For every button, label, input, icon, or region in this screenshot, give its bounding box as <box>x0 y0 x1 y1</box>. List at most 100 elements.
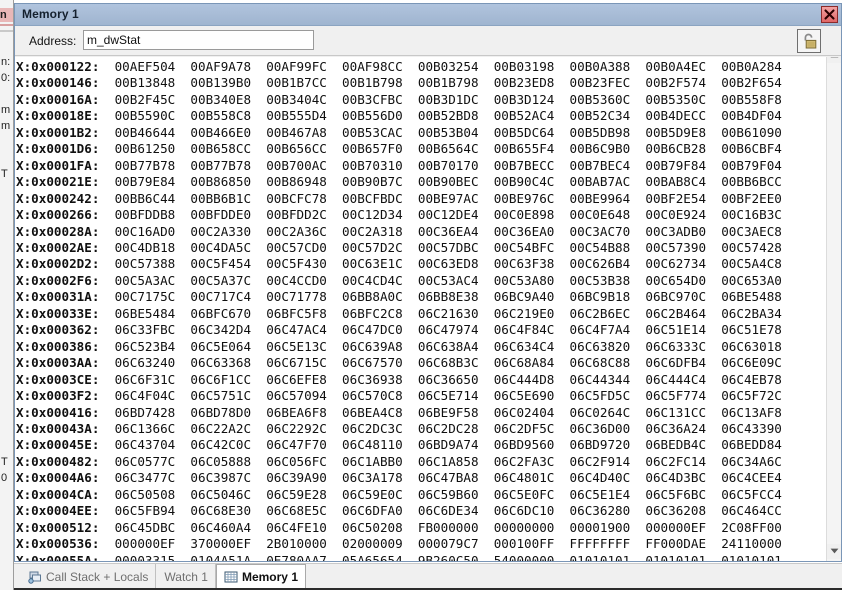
memory-word[interactable]: 00BAB7AC <box>554 174 630 189</box>
memory-word[interactable]: 00C57CD0 <box>251 240 327 255</box>
memory-word[interactable]: 06C63018 <box>706 339 782 354</box>
memory-word[interactable]: 00C62734 <box>630 256 706 271</box>
memory-word[interactable]: 06C67570 <box>327 355 403 370</box>
memory-word[interactable]: 06C63368 <box>175 355 251 370</box>
memory-word[interactable]: 00C57390 <box>630 240 706 255</box>
memory-word[interactable]: 00B656CC <box>251 141 327 156</box>
memory-word[interactable]: 00B340E8 <box>175 92 251 107</box>
memory-word[interactable]: 00B657F0 <box>327 141 403 156</box>
memory-word[interactable]: 00C0E648 <box>554 207 630 222</box>
memory-word[interactable]: 06BD9A74 <box>403 437 479 452</box>
memory-word[interactable]: 06C44344 <box>554 372 630 387</box>
close-button[interactable] <box>821 6 838 23</box>
memory-word[interactable]: 06C48110 <box>327 437 403 452</box>
memory-word[interactable]: 00C2A330 <box>175 224 251 239</box>
memory-word[interactable]: 00C4CCD0 <box>251 273 327 288</box>
memory-word[interactable]: 06C3987C <box>175 470 251 485</box>
memory-word[interactable]: 06BC9B18 <box>554 289 630 304</box>
memory-word[interactable]: 06C4EB78 <box>706 372 782 387</box>
memory-word[interactable]: 00B0A388 <box>554 59 630 74</box>
memory-word[interactable]: 06C6F31C <box>99 372 175 387</box>
memory-word[interactable]: 06C2F914 <box>554 454 630 469</box>
memory-word[interactable]: 00B7BEC4 <box>554 158 630 173</box>
memory-word[interactable]: 06C5E0FC <box>479 487 555 502</box>
memory-word[interactable]: 06C34A6C <box>706 454 782 469</box>
memory-word[interactable]: 06C5FB94 <box>99 503 175 518</box>
memory-word[interactable]: 06C51E78 <box>706 322 782 337</box>
memory-word[interactable]: 06BD7428 <box>99 405 175 420</box>
memory-word[interactable]: 00B53B04 <box>403 125 479 140</box>
memory-row[interactable]: X:0x00055A: 00003315 0104A51A 0E780AA7 0… <box>16 553 826 561</box>
memory-word[interactable]: 06C219E0 <box>479 306 555 321</box>
memory-word[interactable]: 06C47F70 <box>251 437 327 452</box>
memory-word[interactable]: 00B0A4EC <box>630 59 706 74</box>
memory-word[interactable]: 06C4F84C <box>479 322 555 337</box>
memory-row[interactable]: X:0x0001D6: 00B61250 00B658CC 00B656CC 0… <box>16 141 826 157</box>
memory-word[interactable]: 00C5F454 <box>175 256 251 271</box>
memory-word[interactable]: 00BFDD2C <box>251 207 327 222</box>
memory-word[interactable]: 06BEA4C8 <box>327 405 403 420</box>
memory-word[interactable]: 06C4F7A4 <box>554 322 630 337</box>
memory-word[interactable]: 06C1366C <box>99 421 175 436</box>
memory-word[interactable]: 06C639A8 <box>327 339 403 354</box>
memory-row[interactable]: X:0x0002F6: 00C5A3AC 00C5A37C 00C4CCD0 0… <box>16 273 826 289</box>
memory-word[interactable]: 06C2292C <box>251 421 327 436</box>
memory-word[interactable]: 06C5F6BC <box>630 487 706 502</box>
memory-word[interactable]: 00C717C4 <box>175 289 251 304</box>
memory-word[interactable]: 06BFC670 <box>175 306 251 321</box>
memory-word[interactable]: 00C12D34 <box>327 207 403 222</box>
memory-word[interactable]: 06C2DC28 <box>403 421 479 436</box>
tab-watch-1[interactable]: Watch 1 <box>156 564 216 590</box>
memory-word[interactable]: 00B90C4C <box>479 174 555 189</box>
memory-word[interactable]: 06C36650 <box>403 372 479 387</box>
memory-word[interactable]: 00C5A37C <box>175 273 251 288</box>
memory-row[interactable]: X:0x000536: 000000EF 370000EF 2B010000 0… <box>16 536 826 552</box>
memory-word[interactable]: 00BE97AC <box>403 191 479 206</box>
memory-word[interactable]: 24110000 <box>706 536 782 551</box>
memory-word[interactable]: 06C57094 <box>251 388 327 403</box>
memory-word[interactable]: 01010101 <box>554 553 630 561</box>
memory-word[interactable]: 00AF98CC <box>327 59 403 74</box>
memory-word[interactable]: 06C3477C <box>99 470 175 485</box>
memory-word[interactable]: 00C3ADB0 <box>630 224 706 239</box>
memory-word[interactable]: 06C6DE34 <box>403 503 479 518</box>
memory-word[interactable]: 06C63240 <box>99 355 175 370</box>
memory-word[interactable]: 06C45DBC <box>99 520 175 535</box>
memory-word[interactable]: 00BB6BCC <box>706 174 782 189</box>
memory-word[interactable]: 06C68B3C <box>403 355 479 370</box>
memory-word[interactable]: 00C63F38 <box>479 256 555 271</box>
memory-word[interactable]: 00BE976C <box>479 191 555 206</box>
memory-row[interactable]: X:0x00028A: 00C16AD0 00C2A330 00C2A36C 0… <box>16 224 826 240</box>
memory-word[interactable]: 06C1ABB0 <box>327 454 403 469</box>
memory-word[interactable]: 00C54BFC <box>479 240 555 255</box>
memory-word[interactable]: 00B556D0 <box>327 108 403 123</box>
memory-word[interactable]: 00C2A318 <box>327 224 403 239</box>
memory-word[interactable]: 06BC970C <box>630 289 706 304</box>
memory-word[interactable]: 00B6C9B0 <box>554 141 630 156</box>
memory-word[interactable]: 2C08FF00 <box>706 520 782 535</box>
memory-word[interactable]: 00B03254 <box>403 59 479 74</box>
memory-word[interactable]: 00B70310 <box>327 158 403 173</box>
memory-word[interactable]: 00C57DBC <box>403 240 479 255</box>
memory-word[interactable]: 00C63ED8 <box>403 256 479 271</box>
memory-word[interactable]: 06C2BA34 <box>706 306 782 321</box>
memory-word[interactable]: 00B3CFBC <box>327 92 403 107</box>
memory-word[interactable]: 06C59B60 <box>403 487 479 502</box>
memory-word[interactable]: 00B46644 <box>99 125 175 140</box>
memory-word[interactable]: 00000000 <box>479 520 555 535</box>
memory-word[interactable]: 06C131CC <box>630 405 706 420</box>
memory-word[interactable]: 00B1B7CC <box>251 75 327 90</box>
memory-word[interactable]: 06BE9F58 <box>403 405 479 420</box>
memory-word[interactable]: 06C5E064 <box>175 339 251 354</box>
memory-word[interactable]: 00C57D2C <box>327 240 403 255</box>
memory-word[interactable]: 00B558F8 <box>706 92 782 107</box>
memory-word[interactable]: 06C33FBC <box>99 322 175 337</box>
memory-word[interactable]: 00B5350C <box>630 92 706 107</box>
memory-word[interactable]: 06C6EFE8 <box>251 372 327 387</box>
memory-word[interactable]: 00B467A8 <box>251 125 327 140</box>
memory-word[interactable]: 00B1B798 <box>403 75 479 90</box>
memory-word[interactable]: 00B53CAC <box>327 125 403 140</box>
memory-word[interactable]: 05A65654 <box>327 553 403 561</box>
memory-word[interactable]: 06C68E5C <box>251 503 327 518</box>
memory-word[interactable]: 00B4DECC <box>630 108 706 123</box>
